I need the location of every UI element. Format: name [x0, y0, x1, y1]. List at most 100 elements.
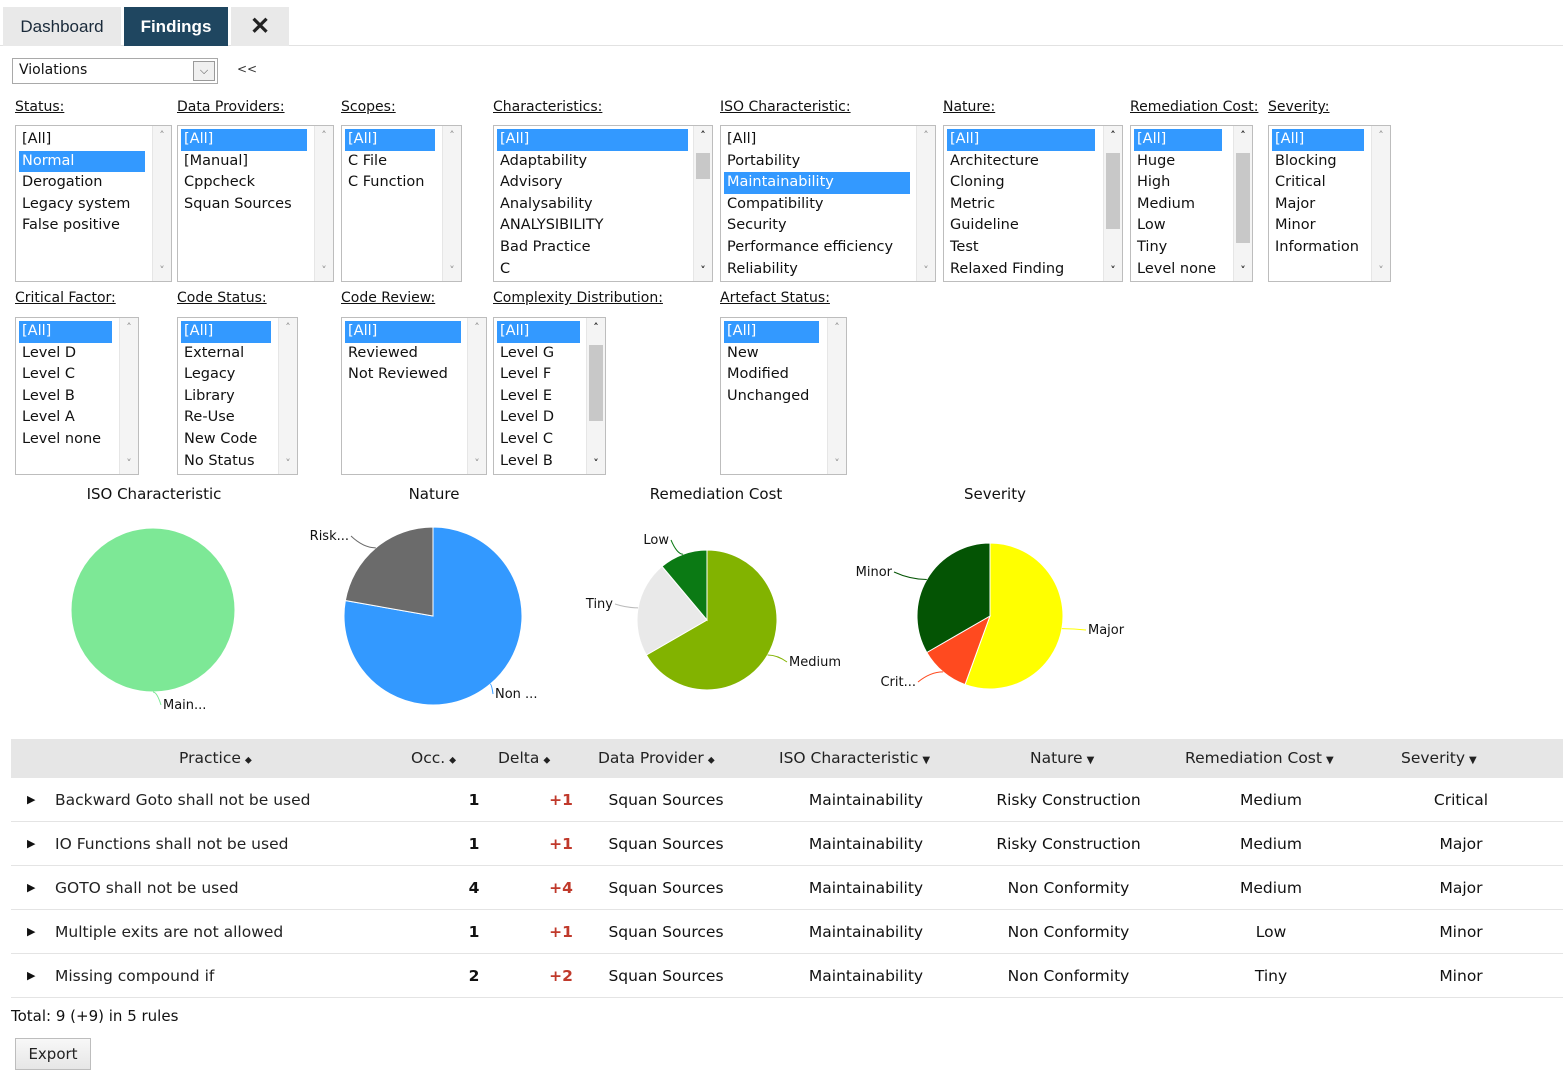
filter-option[interactable]: New [724, 343, 819, 365]
filter-option[interactable]: Analysability [497, 194, 688, 216]
scroll-down-icon[interactable]: ˅ [120, 456, 138, 472]
filter-option[interactable]: Normal [19, 150, 145, 173]
scrollbar[interactable]: ˄ ˅ [1371, 126, 1390, 281]
view-select[interactable]: Violations ⌵ [12, 58, 218, 84]
header-iso[interactable]: ISO Characteristic ▼ [779, 739, 930, 778]
scroll-down-icon[interactable]: ˅ [443, 263, 461, 279]
scroll-up-icon[interactable]: ˄ [315, 128, 333, 144]
header-occ[interactable]: Occ. ⬥ [411, 739, 456, 778]
scroll-down-icon[interactable]: ˅ [587, 456, 605, 472]
expand-icon[interactable]: ▶ [27, 778, 35, 822]
header-practice[interactable]: Practice ⬥ [179, 739, 252, 778]
filter-option[interactable]: C Function [345, 172, 435, 194]
filter-option[interactable]: Level none [1134, 259, 1222, 281]
scroll-down-icon[interactable]: ˅ [694, 263, 712, 279]
filter-option[interactable]: [All] [19, 129, 145, 151]
table-row[interactable]: ▶ Backward Goto shall not be used 1 +1 S… [11, 778, 1563, 822]
filter-option[interactable]: Level F [497, 364, 580, 386]
filter-option[interactable]: [All] [181, 129, 307, 151]
filter-option[interactable]: Bad Practice [497, 237, 688, 259]
scroll-up-icon[interactable]: ˄ [1372, 128, 1390, 144]
cell-practice[interactable]: Missing compound if [55, 954, 214, 998]
chevron-down-icon[interactable]: ⌵ [193, 61, 215, 81]
filter-option[interactable]: Relaxed Finding [947, 259, 1095, 281]
scroll-thumb[interactable] [589, 345, 603, 421]
scroll-down-icon[interactable]: ˅ [279, 456, 297, 472]
pie-slice[interactable] [344, 526, 434, 617]
scroll-up-icon[interactable]: ˄ [443, 128, 461, 144]
filter-option[interactable]: High [1134, 172, 1222, 194]
filter-option[interactable]: Reviewed [345, 343, 461, 365]
table-row[interactable]: ▶ IO Functions shall not be used 1 +1 Sq… [11, 822, 1563, 866]
table-row[interactable]: ▶ Missing compound if 2 +2 Squan Sources… [11, 954, 1563, 998]
filter-option[interactable]: C [497, 259, 688, 281]
filter-option[interactable]: Squan Sources [181, 194, 307, 216]
filter-option[interactable]: Legacy [181, 364, 271, 386]
filter-option[interactable]: ANALYSIBILITY [497, 215, 688, 237]
cell-practice[interactable]: IO Functions shall not be used [55, 822, 288, 866]
scroll-up-icon[interactable]: ˄ [694, 128, 712, 144]
table-row[interactable]: ▶ Multiple exits are not allowed 1 +1 Sq… [11, 910, 1563, 954]
header-remediation-cost[interactable]: Remediation Cost ▼ [1185, 739, 1334, 778]
filter-option[interactable]: Re-Use [181, 407, 271, 429]
filter-option[interactable]: New Code [181, 429, 271, 451]
filter-listbox[interactable]: [All] Architecture Cloning Metric Guideline T… [943, 125, 1123, 282]
scroll-up-icon[interactable]: ˄ [153, 128, 171, 144]
filter-option[interactable]: [All] [19, 321, 112, 343]
collapse-filters-button[interactable]: << [237, 62, 257, 76]
filter-option[interactable]: Huge [1134, 151, 1222, 173]
table-row[interactable]: ▶ GOTO shall not be used 4 +4 Squan Sour… [11, 866, 1563, 910]
filter-option[interactable]: Advisory [497, 172, 688, 194]
expand-icon[interactable]: ▶ [27, 866, 35, 910]
filter-option[interactable]: Level A [19, 407, 112, 429]
filter-option[interactable]: Medium [1134, 194, 1222, 216]
filter-option[interactable]: Derogation [19, 172, 145, 194]
filter-option[interactable]: Test [947, 237, 1095, 259]
cell-practice[interactable]: GOTO shall not be used [55, 866, 239, 910]
filter-option[interactable]: Security [724, 215, 910, 237]
filter-option[interactable]: Critical [1272, 172, 1364, 194]
filter-option[interactable]: [All] [1134, 129, 1222, 151]
filter-option[interactable]: Tiny [1134, 237, 1222, 259]
expand-icon[interactable]: ▶ [27, 954, 35, 998]
filter-option[interactable]: [All] [1272, 129, 1364, 151]
tools-icon[interactable]: ✕ [231, 7, 289, 46]
scrollbar[interactable]: ˄ ˅ [442, 126, 461, 281]
cell-practice[interactable]: Backward Goto shall not be used [55, 778, 310, 822]
scrollbar[interactable]: ˄ ˅ [827, 318, 846, 474]
scrollbar[interactable]: ˄ ˅ [152, 126, 171, 281]
filter-option[interactable]: Modified [724, 364, 819, 386]
filter-option[interactable]: [All] [497, 321, 580, 343]
filter-option[interactable]: [All] [724, 321, 819, 343]
scroll-thumb[interactable] [696, 153, 710, 179]
filter-listbox[interactable]: [All] Normal Derogation Legacy system False … [15, 125, 172, 282]
filter-listbox[interactable]: [All] Blocking Critical Major Minor Informati… [1268, 125, 1391, 282]
scroll-up-icon[interactable]: ˄ [1234, 128, 1252, 144]
filter-listbox[interactable]: [All] Huge High Medium Low Tiny Level none ˄ ˅ [1130, 125, 1253, 282]
scroll-down-icon[interactable]: ˅ [315, 263, 333, 279]
filter-option[interactable]: Level D [19, 343, 112, 365]
expand-icon[interactable]: ▶ [27, 822, 35, 866]
scrollbar[interactable]: ˄ ˅ [1233, 126, 1252, 281]
filter-option[interactable]: Legacy system [19, 194, 145, 216]
scroll-down-icon[interactable]: ˅ [1104, 263, 1122, 279]
filter-option[interactable]: Maintainability [724, 172, 910, 194]
scroll-down-icon[interactable]: ˅ [468, 456, 486, 472]
filter-listbox[interactable]: [All] Level G Level F Level E Level D Level C… [493, 317, 606, 475]
scroll-down-icon[interactable]: ˅ [828, 456, 846, 472]
filter-option[interactable]: Level B [497, 451, 580, 473]
filter-option[interactable]: Blocking [1272, 151, 1364, 173]
filter-option[interactable]: False positive [19, 215, 145, 237]
tab-dashboard[interactable]: Dashboard [3, 7, 121, 46]
export-button[interactable]: Export [15, 1038, 91, 1070]
filter-option[interactable]: Level D [497, 407, 580, 429]
filter-option[interactable]: Level E [497, 386, 580, 408]
scrollbar[interactable]: ˄ ˅ [693, 126, 712, 281]
scroll-down-icon[interactable]: ˅ [1234, 263, 1252, 279]
filter-option[interactable]: Portability [724, 151, 910, 173]
filter-option[interactable]: Library [181, 386, 271, 408]
scroll-thumb[interactable] [1106, 153, 1120, 229]
tab-findings[interactable]: Findings [124, 7, 228, 46]
header-severity[interactable]: Severity ▼ [1401, 739, 1477, 778]
expand-icon[interactable]: ▶ [27, 910, 35, 954]
